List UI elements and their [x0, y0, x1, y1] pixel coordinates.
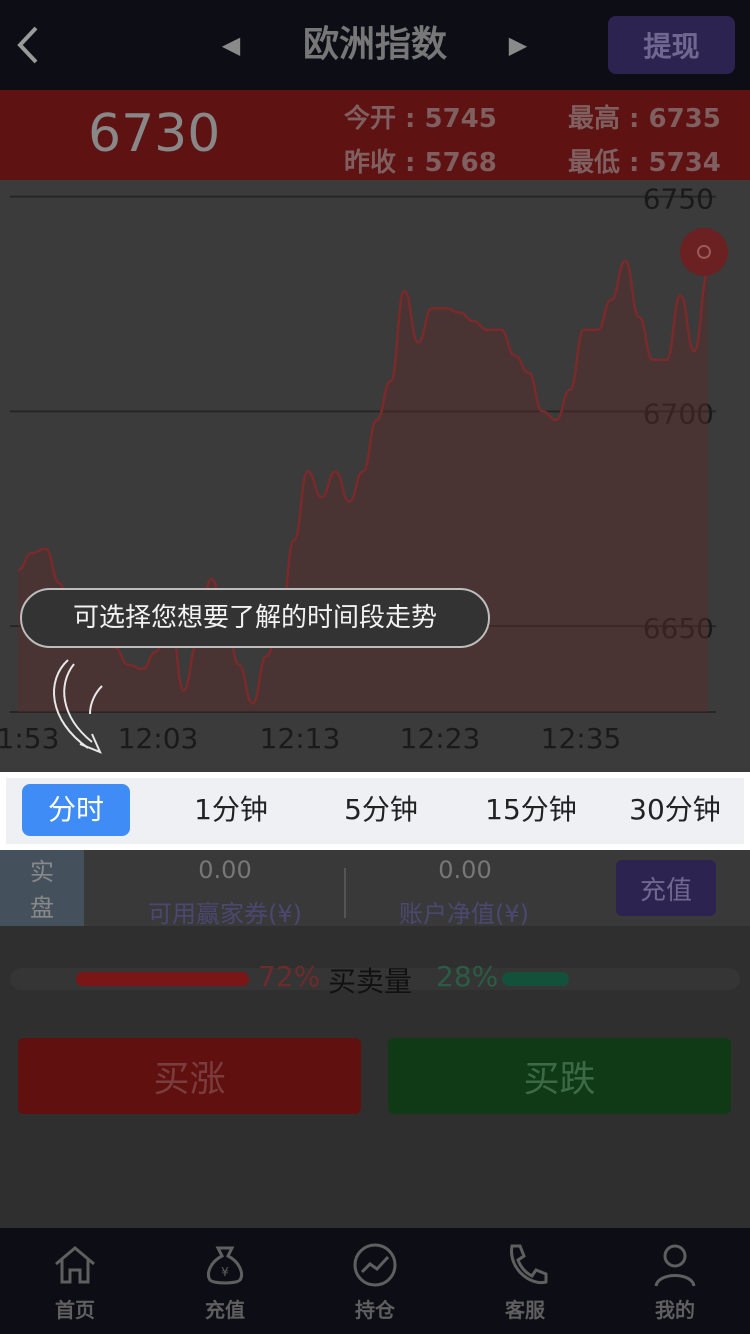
nav-home[interactable]: 首页 — [0, 1228, 150, 1334]
account-mode[interactable]: 实 盘 — [0, 850, 84, 926]
x-tick-label: 12:23 — [400, 722, 481, 755]
trend-icon — [353, 1243, 397, 1287]
buy-volume-bar — [76, 972, 249, 986]
page-title: 欧洲指数 — [302, 24, 447, 65]
tab-5min[interactable]: 5分钟 — [306, 784, 456, 836]
prev-market-icon[interactable]: ◀ — [216, 30, 246, 60]
user-icon — [654, 1244, 696, 1287]
open-price: 今开 : 5745 — [344, 104, 497, 134]
money-bag-icon: ¥ — [207, 1246, 243, 1285]
nav-recharge[interactable]: ¥ 充值 — [150, 1228, 300, 1334]
price-chart-svg: 6750670066501:53 12:03 12:13 12:23 12:35 — [0, 183, 728, 755]
x-tick-label: 12:35 — [541, 722, 622, 755]
sell-volume-percent: 28% — [436, 960, 499, 993]
buy-up-button[interactable]: 买涨 — [18, 1038, 361, 1114]
recharge-button[interactable]: 充值 — [616, 860, 716, 916]
high-price: 最高 : 6735 — [568, 104, 721, 134]
nav-home-label: 首页 — [55, 1298, 95, 1322]
x-tick-label: 12:13 — [260, 722, 341, 755]
sell-volume-bar — [502, 972, 569, 986]
divider — [344, 868, 346, 918]
quote-bar: 6730 今开 : 5745 昨收 : 5768 最高 : 6735 最低 : … — [0, 90, 750, 180]
prev-close-price: 昨收 : 5768 — [344, 148, 497, 178]
voucher-value: 0.00 — [198, 856, 252, 884]
withdraw-button[interactable]: 提现 — [608, 16, 735, 74]
curly-arrow-icon — [53, 659, 103, 754]
trade-panel: 72% 买卖量 28% 买涨 买跌 — [0, 926, 750, 1228]
nav-mine-label: 我的 — [655, 1298, 695, 1322]
account-mode-line2: 盘 — [30, 894, 54, 922]
nav-recharge-label: 充值 — [205, 1298, 245, 1322]
tab-timeshare[interactable]: 分时 — [22, 784, 130, 836]
y-tick-label: 6750 — [643, 183, 714, 216]
nav-service-label: 客服 — [505, 1298, 545, 1322]
low-price: 最低 : 5734 — [568, 148, 721, 178]
home-icon — [55, 1246, 95, 1284]
x-tick-label: 12:03 — [118, 722, 199, 755]
volume-label: 买卖量 — [328, 965, 413, 998]
tab-15min[interactable]: 15分钟 — [456, 784, 606, 836]
nav-positions-label: 持仓 — [355, 1298, 395, 1322]
account-panel: 实 盘 0.00 可用赢家券(¥) 0.00 账户净值(¥) 充值 — [0, 850, 750, 928]
nav-service[interactable]: 客服 — [450, 1228, 600, 1334]
phone-icon — [510, 1244, 548, 1285]
account-mode-line1: 实 — [30, 858, 54, 886]
bottom-nav: 首页 ¥ 充值 持仓 客服 我的 — [0, 1228, 750, 1334]
tab-30min[interactable]: 30分钟 — [602, 784, 748, 836]
header: ◀ 欧洲指数 ▶ 提现 — [0, 0, 750, 90]
buy-volume-percent: 72% — [258, 960, 321, 993]
timeframe-tabs: 分时 1分钟 5分钟 15分钟 30分钟 — [0, 772, 750, 850]
back-icon[interactable] — [10, 20, 50, 70]
voucher-label: 可用赢家券(¥) — [148, 900, 302, 928]
buy-down-button[interactable]: 买跌 — [388, 1038, 731, 1114]
guide-tooltip: 可选择您想要了解的时间段走势 — [20, 588, 490, 648]
svg-text:¥: ¥ — [221, 1265, 229, 1279]
current-point-marker — [680, 227, 728, 276]
nav-mine[interactable]: 我的 — [600, 1228, 750, 1334]
price-chart[interactable]: 6750 6700 6650 1:53 12:03 12:13 12:23 12:35 — [0, 180, 750, 772]
nav-positions[interactable]: 持仓 — [300, 1228, 450, 1334]
equity-value: 0.00 — [438, 856, 492, 884]
equity-label: 账户净值(¥) — [399, 900, 529, 928]
tab-1min[interactable]: 1分钟 — [156, 784, 306, 836]
current-price: 6730 — [88, 104, 221, 164]
next-market-icon[interactable]: ▶ — [503, 30, 533, 60]
